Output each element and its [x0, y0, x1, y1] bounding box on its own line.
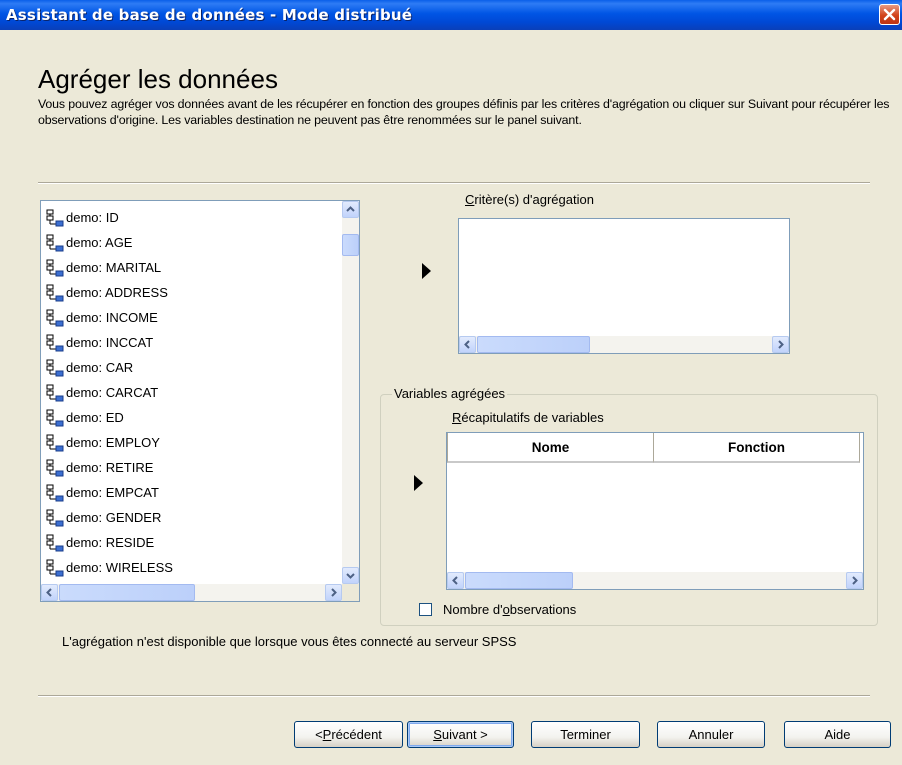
- source-variable-label: demo: ED: [66, 410, 124, 425]
- close-icon: [883, 8, 896, 21]
- database-variable-icon: [46, 259, 64, 276]
- chevron-down-icon: [346, 573, 355, 579]
- source-variable-item[interactable]: demo: AGE: [44, 230, 339, 255]
- source-variable-item[interactable]: demo: INCCAT: [44, 330, 339, 355]
- source-variable-label: demo: GENDER: [66, 510, 162, 525]
- source-variable-item[interactable]: demo: ED: [44, 405, 339, 430]
- criteria-horizontal-scrollbar[interactable]: [459, 336, 789, 353]
- summaries-label: Récapitulatifs de variables: [452, 410, 604, 425]
- scroll-corner: [342, 584, 359, 601]
- criteria-list[interactable]: [458, 218, 790, 354]
- database-variable-icon: [46, 484, 64, 501]
- next-button[interactable]: Suivant >: [407, 721, 514, 748]
- source-list-horizontal-scrollbar[interactable]: [41, 584, 342, 601]
- header-separator: [38, 182, 870, 184]
- horizontal-scroll-thumb[interactable]: [59, 584, 195, 601]
- source-variable-list[interactable]: demo: ID demo: AGE demo: MARITAL demo: ADDR…: [40, 200, 360, 602]
- horizontal-scroll-thumb[interactable]: [477, 336, 590, 353]
- footer-separator: [38, 695, 870, 697]
- move-to-summaries-button[interactable]: [412, 474, 426, 492]
- case-count-checkbox[interactable]: [419, 603, 432, 616]
- source-variable-item[interactable]: demo: EMPLOY: [44, 430, 339, 455]
- finish-button[interactable]: Terminer: [531, 721, 640, 748]
- database-variable-icon: [46, 209, 64, 226]
- chevron-left-icon: [452, 576, 458, 585]
- cancel-button[interactable]: Annuler: [657, 721, 765, 748]
- scroll-up-button[interactable]: [342, 201, 359, 218]
- source-variable-item[interactable]: demo: ID: [44, 205, 339, 230]
- previous-button[interactable]: < Précédent: [294, 721, 403, 748]
- database-variable-icon: [46, 459, 64, 476]
- database-variable-icon: [46, 384, 64, 401]
- triangle-right-icon: [414, 475, 423, 491]
- source-variable-label: demo: ADDRESS: [66, 285, 168, 300]
- window-title: Assistant de base de données - Mode dist…: [6, 6, 413, 24]
- scroll-right-button[interactable]: [846, 572, 863, 589]
- database-variable-icon: [46, 534, 64, 551]
- chevron-left-icon: [464, 340, 470, 349]
- aggregated-variables-label: Variables agrégées: [392, 386, 508, 401]
- source-variable-label: demo: EMPLOY: [66, 435, 160, 450]
- source-variable-label: demo: CAR: [66, 360, 134, 375]
- triangle-right-icon: [422, 263, 431, 279]
- scroll-down-button[interactable]: [342, 567, 359, 584]
- source-variable-label: demo: RESIDE: [66, 535, 155, 550]
- database-variable-icon: [46, 234, 64, 251]
- scroll-left-button[interactable]: [459, 336, 476, 353]
- server-note: L'agrégation n'est disponible que lorsqu…: [62, 634, 517, 649]
- source-variable-item[interactable]: demo: EMPCAT: [44, 480, 339, 505]
- summaries-horizontal-scrollbar[interactable]: [447, 572, 863, 589]
- move-to-criteria-button[interactable]: [420, 262, 434, 280]
- source-variable-item[interactable]: demo: RETIRE: [44, 455, 339, 480]
- database-variable-icon: [46, 434, 64, 451]
- source-variable-label: demo: INCOME: [66, 310, 158, 325]
- source-variable-label: demo: INCCAT: [66, 335, 154, 350]
- source-list-vertical-scrollbar[interactable]: [342, 201, 359, 584]
- case-count-label: Nombre d'observations: [443, 602, 577, 617]
- source-variable-item[interactable]: demo: MARITAL: [44, 255, 339, 280]
- source-variable-item[interactable]: demo: GENDER: [44, 505, 339, 530]
- source-variable-label: demo: MARITAL: [66, 260, 162, 275]
- summaries-table[interactable]: Nome Fonction: [446, 432, 864, 590]
- database-variable-icon: [46, 559, 64, 576]
- source-variable-label: demo: AGE: [66, 235, 133, 250]
- source-variable-item[interactable]: demo: RESIDE: [44, 530, 339, 555]
- source-variable-item[interactable]: demo: INCOME: [44, 305, 339, 330]
- source-variable-label: demo: ID: [66, 210, 119, 225]
- page-description: Vous pouvez agréger vos données avant de…: [38, 97, 890, 127]
- source-variable-label: demo: CARCAT: [66, 385, 159, 400]
- database-variable-icon: [46, 284, 64, 301]
- horizontal-scroll-thumb[interactable]: [465, 572, 573, 589]
- column-header-name[interactable]: Nome: [447, 433, 654, 463]
- table-header: Nome Fonction: [447, 433, 863, 463]
- database-variable-icon: [46, 409, 64, 426]
- source-variable-label: demo: EMPCAT: [66, 485, 159, 500]
- source-variable-item[interactable]: demo: CARCAT: [44, 380, 339, 405]
- close-button[interactable]: [879, 4, 900, 25]
- source-variable-item[interactable]: demo: WIRELESS: [44, 555, 339, 580]
- page-heading: Agréger les données: [38, 64, 278, 94]
- help-button[interactable]: Aide: [784, 721, 891, 748]
- criteria-label: Critère(s) d'agrégation: [465, 192, 594, 207]
- scroll-right-button[interactable]: [325, 584, 342, 601]
- chevron-left-icon: [46, 588, 52, 597]
- source-variable-label: demo: RETIRE: [66, 460, 154, 475]
- database-variable-icon: [46, 309, 64, 326]
- scroll-left-button[interactable]: [447, 572, 464, 589]
- database-variable-icon: [46, 509, 64, 526]
- chevron-right-icon: [852, 576, 858, 585]
- chevron-up-icon: [346, 206, 355, 212]
- source-variable-label: demo: WIRELESS: [66, 560, 173, 575]
- scroll-left-button[interactable]: [41, 584, 58, 601]
- database-variable-icon: [46, 359, 64, 376]
- title-bar: Assistant de base de données - Mode dist…: [0, 0, 902, 30]
- chevron-right-icon: [778, 340, 784, 349]
- scroll-right-button[interactable]: [772, 336, 789, 353]
- source-variable-item[interactable]: demo: CAR: [44, 355, 339, 380]
- vertical-scroll-thumb[interactable]: [342, 234, 359, 256]
- database-variable-icon: [46, 334, 64, 351]
- chevron-right-icon: [331, 588, 337, 597]
- column-header-function[interactable]: Fonction: [654, 433, 860, 463]
- source-variable-item[interactable]: demo: ADDRESS: [44, 280, 339, 305]
